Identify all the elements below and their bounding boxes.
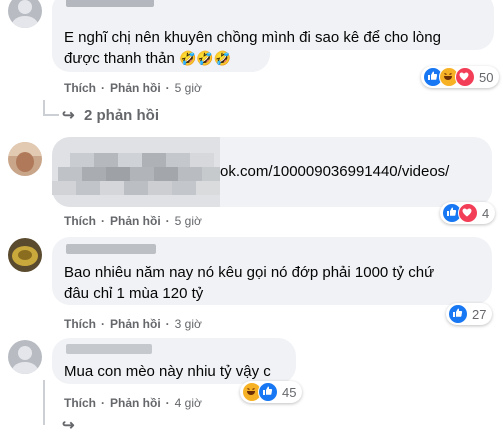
like-action-button[interactable]: Thích bbox=[64, 317, 96, 331]
reply-action-button[interactable]: Phản hồi bbox=[110, 214, 161, 228]
reaction-count: 45 bbox=[282, 384, 297, 400]
reply-arrow-icon: ↪ bbox=[62, 417, 75, 434]
reaction-count: 50 bbox=[479, 69, 494, 85]
reaction-count: 27 bbox=[472, 306, 487, 322]
like-reaction-icon bbox=[258, 382, 278, 402]
author-name-blurred[interactable] bbox=[66, 344, 152, 354]
comment-actions: Thích · Phản hồi · 5 giờ bbox=[64, 214, 202, 228]
love-reaction-icon bbox=[458, 203, 478, 223]
love-reaction-icon bbox=[455, 67, 475, 87]
comment-actions: Thích · Phản hồi · 3 giờ bbox=[64, 317, 202, 331]
reaction-summary[interactable]: 4 bbox=[440, 202, 496, 224]
like-action-button[interactable]: Thích bbox=[64, 396, 96, 410]
reply-arrow-icon: ↪ bbox=[62, 107, 75, 124]
reply-action-button[interactable]: Phản hồi bbox=[110, 317, 161, 331]
reply-thread-connector bbox=[43, 114, 59, 116]
avatar[interactable] bbox=[8, 142, 42, 176]
pixelated-author-and-link bbox=[52, 137, 220, 207]
comment-timestamp[interactable]: 5 giờ bbox=[175, 81, 202, 95]
reply-thread-line bbox=[43, 380, 45, 425]
reply-action-button[interactable]: Phản hồi bbox=[110, 81, 161, 95]
avatar[interactable] bbox=[8, 0, 42, 28]
author-name-blurred[interactable] bbox=[66, 0, 154, 7]
comment-text-line2: được thanh thản 🤣🤣🤣 bbox=[64, 50, 232, 67]
reaction-summary[interactable]: 45 bbox=[240, 381, 303, 403]
rofl-emoji-icon: 🤣🤣🤣 bbox=[178, 50, 232, 66]
comment-actions: Thích · Phản hồi · 4 giờ bbox=[64, 396, 202, 410]
comment-timestamp[interactable]: 3 giờ bbox=[175, 317, 202, 331]
reply-action-button[interactable]: Phản hồi bbox=[110, 396, 161, 410]
reaction-summary[interactable]: 27 bbox=[446, 303, 493, 325]
comment-link-text[interactable]: ok.com/100009036991440/videos/ bbox=[220, 161, 449, 182]
like-reaction-icon bbox=[448, 304, 468, 324]
comment-text: Bao nhiêu năm nay nó kêu gọi nó đớp phải… bbox=[64, 264, 435, 281]
like-action-button[interactable]: Thích bbox=[64, 81, 96, 95]
comment-timestamp[interactable]: 5 giờ bbox=[175, 214, 202, 228]
avatar[interactable] bbox=[8, 340, 42, 374]
comment-actions: Thích · Phản hồi · 5 giờ bbox=[64, 81, 202, 95]
comment-text: Mua con mèo này nhiu tỷ vậy c bbox=[64, 363, 271, 380]
like-action-button[interactable]: Thích bbox=[64, 214, 96, 228]
comment-timestamp[interactable]: 4 giờ bbox=[175, 396, 202, 410]
view-replies-link[interactable]: ↪ 2 phản hồi bbox=[62, 106, 159, 124]
avatar[interactable] bbox=[8, 238, 42, 272]
view-replies-link-partial[interactable]: ↪ bbox=[62, 416, 78, 434]
author-name-blurred[interactable] bbox=[66, 244, 156, 254]
comment-text: E nghĩ chị nên khuyên chồng mình đi sao … bbox=[64, 29, 441, 46]
comment-text-line2: đâu chỉ 1 mùa 120 tỷ bbox=[64, 285, 204, 302]
reaction-count: 4 bbox=[482, 205, 490, 221]
reaction-summary[interactable]: 50 bbox=[421, 66, 500, 88]
